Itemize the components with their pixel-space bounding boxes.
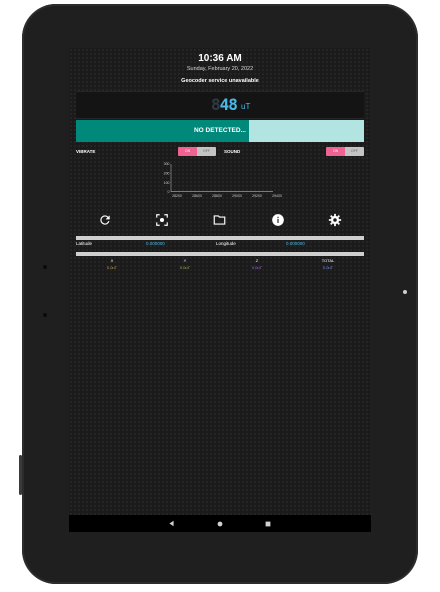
chart-y-tick-label: 300 [164,162,170,166]
longitude-value: 0.000000 [286,241,305,246]
vibrate-toggle[interactable]: ON OFF [178,147,216,156]
chart-y-tick-label: 0 [168,190,170,194]
vibrate-label: VIBRATE [76,149,96,154]
vibrate-toggle-on[interactable]: ON [178,147,197,156]
android-nav-bar [69,515,371,532]
screenshot-icon [156,214,169,226]
folder-icon [214,215,226,225]
reading-number: 48 [219,95,238,114]
axis-z-label: Z [255,258,259,263]
refresh-button[interactable] [93,208,117,232]
location-divider [76,236,364,240]
reading-unit: uT [241,102,251,111]
app-screen: 10:36 AM Sunday, February 20, 2022 Geoco… [69,48,371,532]
reading-value: 848 [211,95,238,114]
magnetic-reading-display: 848 uT [76,91,364,119]
axis-y-label: Y [183,258,187,263]
axis-z-value: 0.0uT [251,265,263,270]
axis-x-value: 0.0uT [106,265,118,270]
chart-y-tick-label: 200 [164,172,170,176]
latitude-label: Latitude [76,241,93,246]
sound-toggle-on[interactable]: ON [326,147,345,156]
chart-x-tick-label: 29200 [252,194,262,198]
nav-recents-button[interactable] [258,515,278,532]
device-dot-right [403,290,407,294]
toolbar [76,208,364,232]
sound-toggle[interactable]: ON OFF [326,147,364,156]
latitude-value: 0.000000 [146,241,165,246]
device-side-button [19,455,22,495]
longitude-label: Longitude [216,241,236,246]
screenshot-button[interactable] [150,208,174,232]
nav-home-button[interactable] [210,515,230,532]
chart-x-tick-label: 28800 [212,194,222,198]
info-icon [271,214,284,226]
geocoder-status: Geocoder service unavailable [181,78,259,84]
detector-status-text: NO DETECTED... [193,127,246,134]
recents-square-icon [265,521,271,526]
home-circle-icon [217,521,223,526]
device-camera [43,265,47,269]
back-triangle-icon [168,520,174,527]
axis-total-value: 0.0uT [322,265,334,270]
info-button[interactable] [266,208,290,232]
reading-ghost-digit: 8 [211,95,221,114]
magnetic-history-chart: 300 200 100 028200 28600 28800 29000 29200 29400 [164,162,282,198]
refresh-icon [100,215,110,225]
axis-y-value: 0.0uT [179,265,191,270]
chart-y-tick-label: 100 [164,181,170,185]
settings-gear-icon [329,213,342,227]
sound-label: SOUND [224,149,241,154]
chart-x-tick-label: 28200 [172,194,182,198]
chart-x-tick-label: 29000 [232,194,242,198]
clock-time: 10:36 AM [198,53,242,64]
sound-toggle-off[interactable]: OFF [345,147,364,156]
device-sensor [43,313,47,317]
chart-x-tick-label: 28600 [192,194,202,198]
clock-date: Sunday, February 20, 2022 [186,66,254,72]
axis-total-label: TOTAL [321,258,335,263]
chart-x-tick-label: 29400 [272,194,282,198]
axes-divider [76,252,364,256]
detector-bar: NO DETECTED... [76,120,364,142]
vibrate-toggle-off[interactable]: OFF [197,147,216,156]
axis-x-label: X [110,258,114,263]
settings-button[interactable] [323,208,347,232]
folder-button[interactable] [208,208,232,232]
nav-back-button[interactable] [161,515,181,532]
